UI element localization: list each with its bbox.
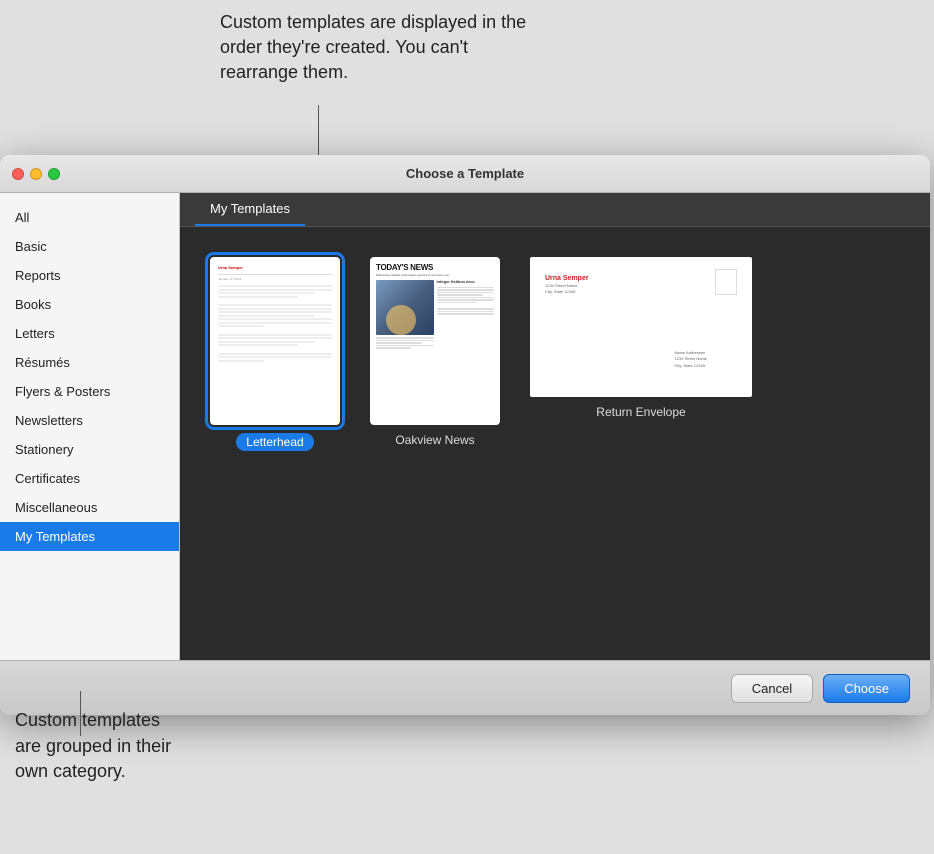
sidebar-item-flyers[interactable]: Flyers & Posters — [0, 377, 179, 406]
sidebar-item-letters[interactable]: Letters — [0, 319, 179, 348]
thumbnail-letterhead: Urna Semper January 12, 2023 — [210, 257, 340, 425]
sidebar-item-miscellaneous[interactable]: Miscellaneous — [0, 493, 179, 522]
close-button[interactable] — [12, 168, 24, 180]
main-panel: My Templates Urna Semper January 12, 202… — [180, 193, 930, 660]
template-item-letterhead[interactable]: Urna Semper January 12, 2023 — [210, 257, 340, 451]
sidebar-item-all[interactable]: All — [0, 203, 179, 232]
window-title: Choose a Template — [406, 166, 524, 181]
template-item-oakview-news[interactable]: TODAY'S NEWS Pellentesque habitant morbi… — [370, 257, 500, 451]
sidebar-item-resumes[interactable]: Résumés — [0, 348, 179, 377]
sidebar-item-newsletters[interactable]: Newsletters — [0, 406, 179, 435]
template-label-return-envelope: Return Envelope — [596, 405, 685, 419]
thumbnail-envelope: Urna Semper 1234 Street Name City, State… — [530, 257, 752, 397]
template-item-return-envelope[interactable]: Urna Semper 1234 Street Name City, State… — [530, 257, 752, 451]
sidebar-item-reports[interactable]: Reports — [0, 261, 179, 290]
minimize-button[interactable] — [30, 168, 42, 180]
sidebar-item-basic[interactable]: Basic — [0, 232, 179, 261]
thumbnail-news: TODAY'S NEWS Pellentesque habitant morbi… — [370, 257, 500, 425]
callout-top: Custom templates are displayed in the or… — [220, 0, 540, 96]
sidebar-item-my-templates[interactable]: My Templates — [0, 522, 179, 551]
traffic-lights — [12, 168, 60, 180]
envelope-stamp-area — [715, 269, 737, 295]
template-grid: Urna Semper January 12, 2023 — [180, 227, 930, 660]
sidebar-item-books[interactable]: Books — [0, 290, 179, 319]
sidebar-item-certificates[interactable]: Certificates — [0, 464, 179, 493]
title-bar: Choose a Template — [0, 155, 930, 193]
callout-bottom: Custom templates are grouped in their ow… — [0, 698, 200, 794]
template-label-letterhead: Letterhead — [236, 433, 313, 451]
sidebar: AllBasicReportsBooksLettersRésumésFlyers… — [0, 193, 180, 660]
template-chooser-window: Choose a Template AllBasicReportsBooksLe… — [0, 155, 930, 715]
template-label-oakview-news: Oakview News — [395, 433, 474, 447]
cancel-button[interactable]: Cancel — [731, 674, 813, 703]
callout-top-text: Custom templates are displayed in the or… — [220, 12, 526, 82]
tab-my-templates-tab[interactable]: My Templates — [195, 193, 305, 226]
tab-bar: My Templates — [180, 193, 930, 227]
maximize-button[interactable] — [48, 168, 60, 180]
callout-bottom-text: Custom templates are grouped in their ow… — [15, 710, 171, 780]
sidebar-item-stationery[interactable]: Stationery — [0, 435, 179, 464]
choose-button[interactable]: Choose — [823, 674, 910, 703]
content-area: AllBasicReportsBooksLettersRésumésFlyers… — [0, 193, 930, 660]
